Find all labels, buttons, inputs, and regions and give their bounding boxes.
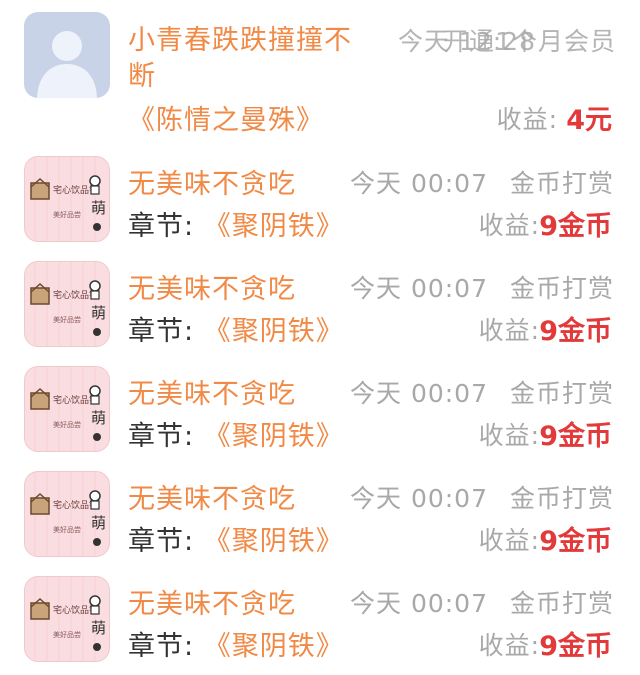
earnings-label: 收益:	[478, 526, 540, 555]
username[interactable]: 无美味不贪吃	[128, 582, 296, 621]
earnings-label: 收益:	[478, 211, 540, 240]
book-title[interactable]: 《聚阴铁》	[204, 316, 344, 347]
book-title[interactable]: 《陈情之曼殊》	[128, 105, 324, 136]
cartoon-avatar-icon: 宅心饮品铺 美好品尝 萌	[30, 367, 106, 451]
username[interactable]: 无美味不贪吃	[128, 162, 296, 201]
list-item[interactable]: 宅心饮品铺 美好品尝 萌 无美味不贪吃 今天 00:07 金币打赏 章节: 《聚…	[0, 455, 640, 560]
username[interactable]: 无美味不贪吃	[128, 372, 296, 411]
chapter-line: 章节: 《聚阴铁》	[128, 204, 344, 243]
timestamp: 今天 00:07	[350, 484, 488, 513]
cartoon-avatar-icon: 宅心饮品铺 美好品尝 萌	[30, 157, 106, 241]
earnings-value: 9金币	[539, 211, 612, 242]
chapter-label: 章节:	[128, 631, 195, 662]
svg-text:美好品尝: 美好品尝	[53, 525, 81, 534]
timestamp: 今天 00:07	[350, 169, 488, 198]
timestamp: 今天 00:07	[350, 589, 488, 618]
action-text: 金币打赏	[509, 169, 614, 198]
chapter-label: 章节:	[128, 316, 195, 347]
avatar[interactable]	[24, 12, 110, 98]
action-text: 金币打赏	[509, 589, 614, 618]
action-text: 开通1个月会员	[443, 27, 616, 56]
default-user-icon	[37, 31, 97, 98]
list-item[interactable]: 宅心饮品铺 美好品尝 萌 无美味不贪吃 今天 00:07 金币打赏 章节: 《聚…	[0, 560, 640, 665]
cartoon-avatar-icon: 宅心饮品铺 美好品尝 萌	[30, 472, 106, 556]
book-link[interactable]: 《陈情之曼殊》	[128, 98, 324, 137]
earnings-value: 9金币	[539, 421, 612, 452]
book-title[interactable]: 《聚阴铁》	[204, 526, 344, 557]
username[interactable]: 无美味不贪吃	[128, 477, 296, 516]
avatar[interactable]: 宅心饮品铺 美好品尝 萌	[24, 576, 110, 662]
earnings-value: 9金币	[539, 526, 612, 557]
list-item[interactable]: 宅心饮品铺 美好品尝 萌 无美味不贪吃 今天 00:07 金币打赏 章节: 《聚…	[0, 350, 640, 455]
avatar[interactable]: 宅心饮品铺 美好品尝 萌	[24, 156, 110, 242]
book-title[interactable]: 《聚阴铁》	[204, 631, 344, 662]
action-text: 金币打赏	[509, 484, 614, 513]
svg-text:美好品尝: 美好品尝	[53, 315, 81, 324]
cartoon-avatar-icon: 宅心饮品铺 美好品尝 萌	[30, 577, 106, 661]
list-item[interactable]: 宅心饮品铺 美好品尝 萌 无美味不贪吃 今天 00:07 金币打赏 章节: 《聚…	[0, 140, 640, 245]
timestamp: 今天 00:07	[350, 274, 488, 303]
svg-text:美好品尝: 美好品尝	[53, 210, 81, 219]
action-text: 金币打赏	[509, 274, 614, 303]
earnings-label: 收益:	[496, 105, 558, 134]
timestamp: 今天 00:07	[350, 379, 488, 408]
avatar[interactable]: 宅心饮品铺 美好品尝 萌	[24, 366, 110, 452]
svg-text:萌: 萌	[91, 304, 106, 322]
earnings-label: 收益:	[478, 421, 540, 450]
avatar[interactable]: 宅心饮品铺 美好品尝 萌	[24, 471, 110, 557]
svg-text:萌: 萌	[91, 619, 106, 637]
earnings-value: 9金币	[539, 316, 612, 347]
chapter-label: 章节:	[128, 526, 195, 557]
earnings-value: 4元	[566, 105, 612, 136]
chapter-line: 章节: 《聚阴铁》	[128, 624, 344, 663]
svg-text:萌: 萌	[91, 409, 106, 427]
list-item[interactable]: 宅心饮品铺 美好品尝 萌 无美味不贪吃 今天 00:07 金币打赏 章节: 《聚…	[0, 245, 640, 350]
book-title[interactable]: 《聚阴铁》	[204, 211, 344, 242]
earnings-label: 收益:	[478, 316, 540, 345]
cartoon-avatar-icon: 宅心饮品铺 美好品尝 萌	[30, 262, 106, 346]
chapter-line: 章节: 《聚阴铁》	[128, 414, 344, 453]
username-continued: 断	[128, 61, 156, 92]
chapter-line: 章节: 《聚阴铁》	[128, 309, 344, 348]
svg-text:萌: 萌	[91, 514, 106, 532]
svg-text:美好品尝: 美好品尝	[53, 420, 81, 429]
earnings-value: 9金币	[539, 631, 612, 662]
earnings-label: 收益:	[478, 631, 540, 660]
username[interactable]: 小青春跌跌撞撞不	[128, 18, 352, 57]
svg-text:美好品尝: 美好品尝	[53, 630, 81, 639]
chapter-label: 章节:	[128, 421, 195, 452]
chapter-label: 章节:	[128, 211, 195, 242]
action-text: 金币打赏	[509, 379, 614, 408]
list-item[interactable]: 小青春跌跌撞撞不 断 今天 12:28 开通1个月会员 《陈情之曼殊》 收益: …	[0, 0, 640, 140]
avatar[interactable]: 宅心饮品铺 美好品尝 萌	[24, 261, 110, 347]
chapter-line: 章节: 《聚阴铁》	[128, 519, 344, 558]
username[interactable]: 无美味不贪吃	[128, 267, 296, 306]
book-title[interactable]: 《聚阴铁》	[204, 421, 344, 452]
svg-text:萌: 萌	[91, 199, 106, 217]
